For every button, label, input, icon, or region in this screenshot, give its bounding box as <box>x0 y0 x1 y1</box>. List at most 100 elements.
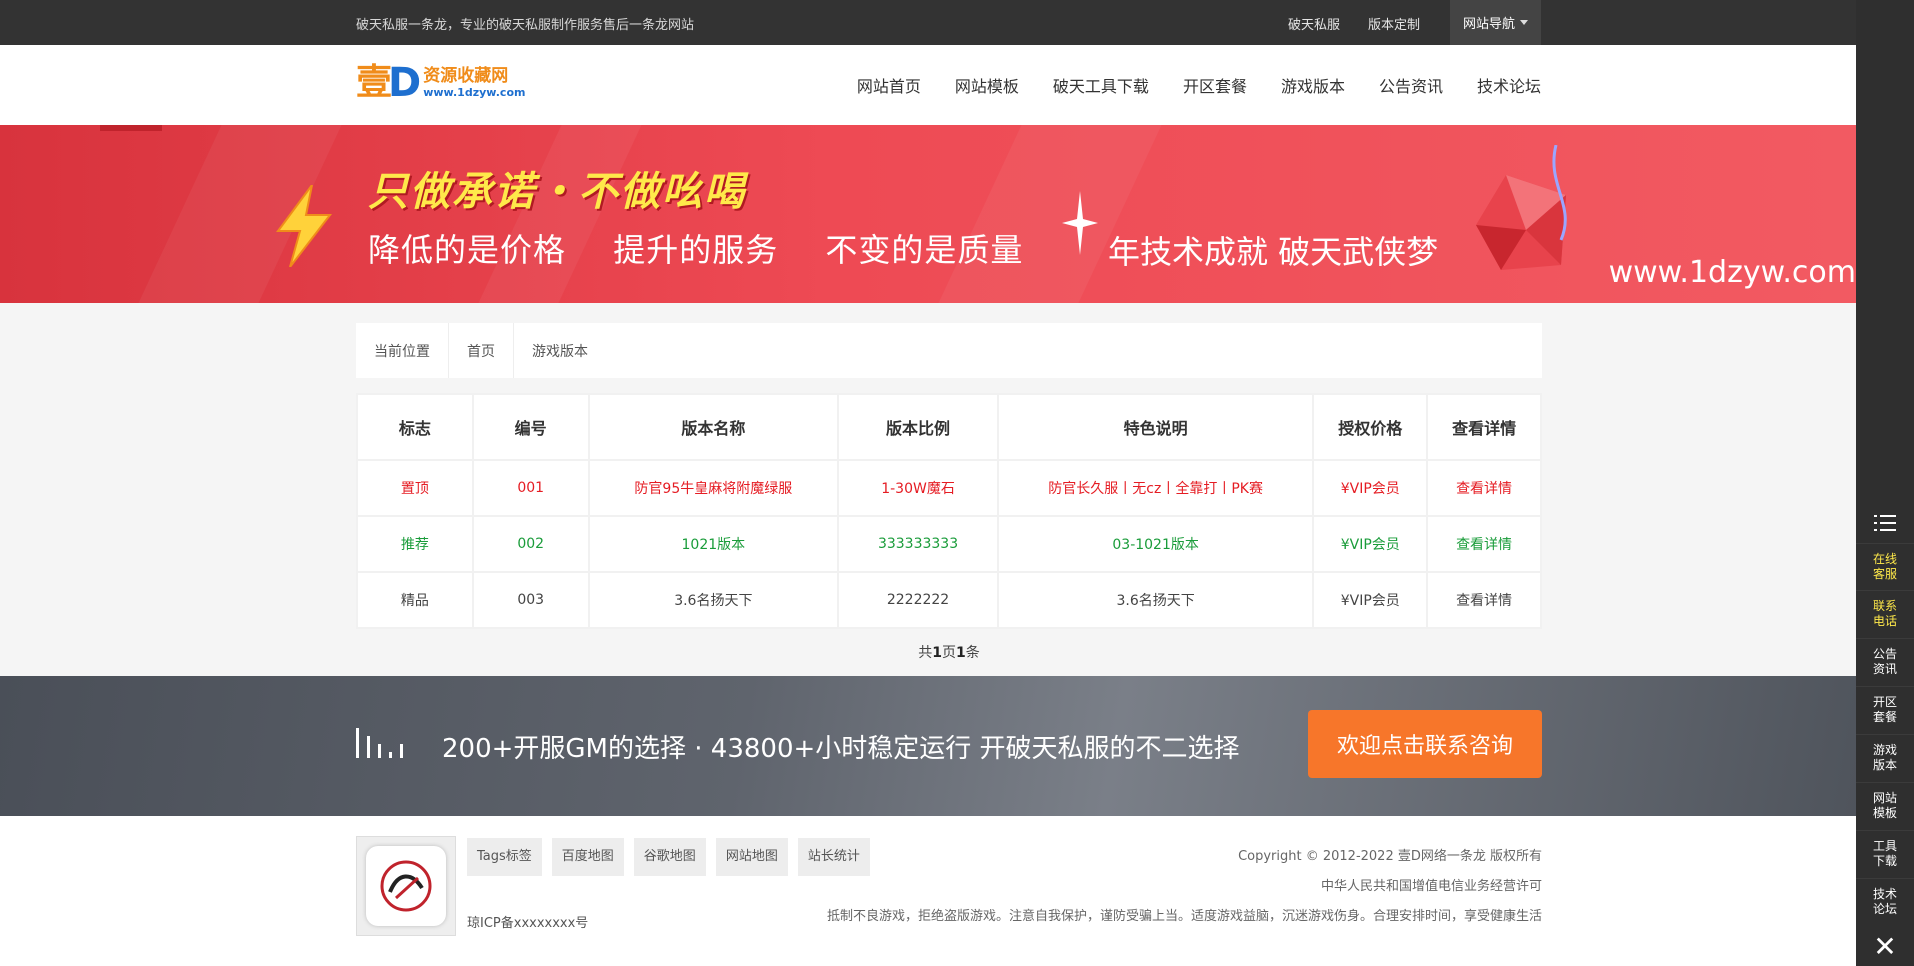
breadcrumb-label: 当前位置 <box>356 323 449 378</box>
site-nav-dropdown-label: 网站导航 <box>1462 17 1515 32</box>
red-gem-icon <box>1476 145 1567 270</box>
hero-banner: 只做承诺・不做吆喝 降低的是价格 提升的服务 不变的是质量 年技术成就 破天武侠… <box>0 125 1856 303</box>
lightning-icon <box>276 185 333 267</box>
list-menu-icon[interactable] <box>1856 503 1914 543</box>
cell-price: ¥VIP会员 <box>1312 515 1429 573</box>
col-header-ratio: 版本比例 <box>837 393 999 461</box>
cell-badge: 置顶 <box>356 459 474 517</box>
breadcrumb-game-versions[interactable]: 游戏版本 <box>514 323 606 378</box>
sidebar-templates[interactable]: 网站 模板 <box>1856 782 1914 828</box>
top-link-custom-version[interactable]: 版本定制 <box>1368 14 1420 33</box>
footer-link-google-map[interactable]: 谷歌地图 <box>633 838 706 876</box>
banner-sub-price: 降低的是价格 <box>368 231 567 269</box>
promo-text: 200+开服GM的选择 · 43800+小时稳定运行 开破天私服的不二选择 <box>442 734 1240 764</box>
header: 壹 D 资源收藏网 www.1dzyw.com 网站首页 网站模板 破天工具下载… <box>0 45 1856 125</box>
sidebar-forum[interactable]: 技术 论坛 <box>1856 878 1914 924</box>
banner-tab-accent <box>100 125 162 131</box>
pagination-summary: 共1页1条 <box>356 642 1542 662</box>
sidebar-tools[interactable]: 工具 下载 <box>1856 830 1914 876</box>
promo-band: 200+开服GM的选择 · 43800+小时稳定运行 开破天私服的不二选择 欢迎… <box>0 676 1856 816</box>
pager-item-count: 1 <box>956 645 966 661</box>
footer-link-sitemap[interactable]: 网站地图 <box>715 838 788 876</box>
site-nav-dropdown[interactable]: 网站导航 <box>1450 0 1541 45</box>
cell-badge: 精品 <box>356 571 474 629</box>
view-details-link[interactable]: 查看详情 <box>1456 537 1512 553</box>
signal-bars-icon <box>356 728 403 758</box>
version-name-link[interactable]: 1021版本 <box>682 537 746 553</box>
nav-packages[interactable]: 开区套餐 <box>1183 73 1247 97</box>
col-header-features: 特色说明 <box>996 393 1315 461</box>
nav-announcements[interactable]: 公告资讯 <box>1379 73 1443 97</box>
cell-details: 查看详情 <box>1426 459 1542 517</box>
banner-slogan: 只做承诺・不做吆喝 <box>368 169 746 215</box>
footer: Tags标签 百度地图 谷歌地图 网站地图 站长统计 琼ICP备xxxxxxxx… <box>0 816 1856 966</box>
table-header-row: 标志 编号 版本名称 版本比例 特色说明 授权价格 查看详情 <box>356 393 1542 461</box>
site-logo[interactable]: 壹 D 资源收藏网 www.1dzyw.com <box>356 60 526 106</box>
nav-forum[interactable]: 技术论坛 <box>1477 73 1541 97</box>
col-header-price: 授权价格 <box>1312 393 1429 461</box>
banner-subline: 降低的是价格 提升的服务 不变的是质量 <box>368 225 1059 271</box>
version-name-link[interactable]: 防官95牛皇麻将附魔绿服 <box>634 481 792 497</box>
view-details-link[interactable]: 查看详情 <box>1456 481 1512 497</box>
breadcrumb-home[interactable]: 首页 <box>449 323 514 378</box>
cell-price: ¥VIP会员 <box>1312 459 1429 517</box>
banner-year-text: 年技术成就 破天武侠梦 <box>1108 233 1439 271</box>
cell-features: 3.6名扬天下 <box>996 571 1315 629</box>
nav-tools-download[interactable]: 破天工具下载 <box>1053 73 1149 97</box>
logo-cn: 资源收藏网 <box>423 66 509 86</box>
nav-templates[interactable]: 网站模板 <box>955 73 1019 97</box>
banner-sub-service: 提升的服务 <box>613 231 779 269</box>
sidebar-game-versions[interactable]: 游戏 版本 <box>1856 734 1914 780</box>
table-row: 精品 003 3.6名扬天下 2222222 3.6名扬天下 ¥VIP会员 查看… <box>356 571 1542 629</box>
logo-big-char: 壹 <box>356 62 393 103</box>
banner-sub-quality: 不变的是质量 <box>825 231 1024 269</box>
versions-table: 标志 编号 版本名称 版本比例 特色说明 授权价格 查看详情 置顶 001 防官… <box>356 393 1542 629</box>
cell-ratio: 2222222 <box>837 571 999 629</box>
sidebar-announcements[interactable]: 公告 资讯 <box>1856 638 1914 684</box>
pager-text: 条 <box>965 645 980 661</box>
floating-sidebar: 在线 客服 联系 电话 公告 资讯 开区 套餐 游戏 版本 网站 模板 工具 下载 技术 论坛 … <box>1856 0 1914 966</box>
site-tagline: 破天私服一条龙，专业的破天私服制作服务售后一条龙网站 <box>356 18 695 33</box>
table-row: 推荐 002 1021版本 333333333 03-1021版本 ¥VIP会员… <box>356 515 1542 573</box>
contact-cta-button[interactable]: 欢迎点击联系咨询 <box>1308 710 1542 778</box>
sidebar-online-service[interactable]: 在线 客服 <box>1856 543 1914 589</box>
cell-number: 002 <box>471 515 590 573</box>
col-header-badge: 标志 <box>356 393 474 461</box>
cell-number: 001 <box>471 459 590 517</box>
health-notice: 抵制不良游戏，拒绝盗版游戏。注意自我保护，谨防受骗上当。适度游戏益脑，沉迷游戏伤… <box>826 909 1542 924</box>
breadcrumb: 当前位置 首页 游戏版本 <box>356 323 1542 378</box>
footer-legal: Copyright © 2012-2022 壹D网络一条龙 版权所有 中华人民共… <box>827 842 1542 932</box>
license-text: 中华人民共和国增值电信业务经营许可 <box>1320 879 1542 894</box>
copyright-text: Copyright © 2012-2022 壹D网络一条龙 版权所有 <box>1238 849 1542 864</box>
table-row: 置顶 001 防官95牛皇麻将附魔绿服 1-30W魔石 防官长久服丨无cz丨全靠… <box>356 459 1542 517</box>
pager-text: 页 <box>942 645 956 661</box>
cell-features: 03-1021版本 <box>996 515 1315 573</box>
top-link-potian[interactable]: 破天私服 <box>1288 14 1340 33</box>
cell-name: 3.6名扬天下 <box>587 571 840 629</box>
banner-url: www.1dzyw.com <box>1608 255 1856 290</box>
col-header-details: 查看详情 <box>1426 393 1542 461</box>
view-details-link[interactable]: 查看详情 <box>1456 593 1512 609</box>
logo-d-mark: D <box>388 60 422 106</box>
footer-link-baidu-map[interactable]: 百度地图 <box>551 838 624 876</box>
cell-number: 003 <box>471 571 590 629</box>
cell-details: 查看详情 <box>1426 515 1542 573</box>
nav-home[interactable]: 网站首页 <box>857 73 921 97</box>
sidebar-phone[interactable]: 联系 电话 <box>1856 590 1914 636</box>
caret-down-icon <box>1520 20 1528 25</box>
sidebar-packages[interactable]: 开区 套餐 <box>1856 686 1914 732</box>
logo-url: www.1dzyw.com <box>423 86 526 99</box>
version-name-link[interactable]: 3.6名扬天下 <box>674 593 752 609</box>
cell-price: ¥VIP会员 <box>1312 571 1429 629</box>
banner-stripe <box>938 125 1162 303</box>
close-icon[interactable]: ✕ <box>1856 926 1914 966</box>
cell-badge: 推荐 <box>356 515 474 573</box>
icp-record-link[interactable]: 琼ICP备xxxxxxxx号 <box>467 912 588 931</box>
col-header-name: 版本名称 <box>587 393 840 461</box>
footer-links: Tags标签 百度地图 谷歌地图 网站地图 站长统计 <box>467 838 870 876</box>
cell-features: 防官长久服丨无cz丨全靠打丨PK赛 <box>996 459 1315 517</box>
nav-game-versions[interactable]: 游戏版本 <box>1281 73 1345 97</box>
col-header-number: 编号 <box>471 393 590 461</box>
footer-link-tags[interactable]: Tags标签 <box>467 838 542 876</box>
cell-name: 1021版本 <box>587 515 840 573</box>
